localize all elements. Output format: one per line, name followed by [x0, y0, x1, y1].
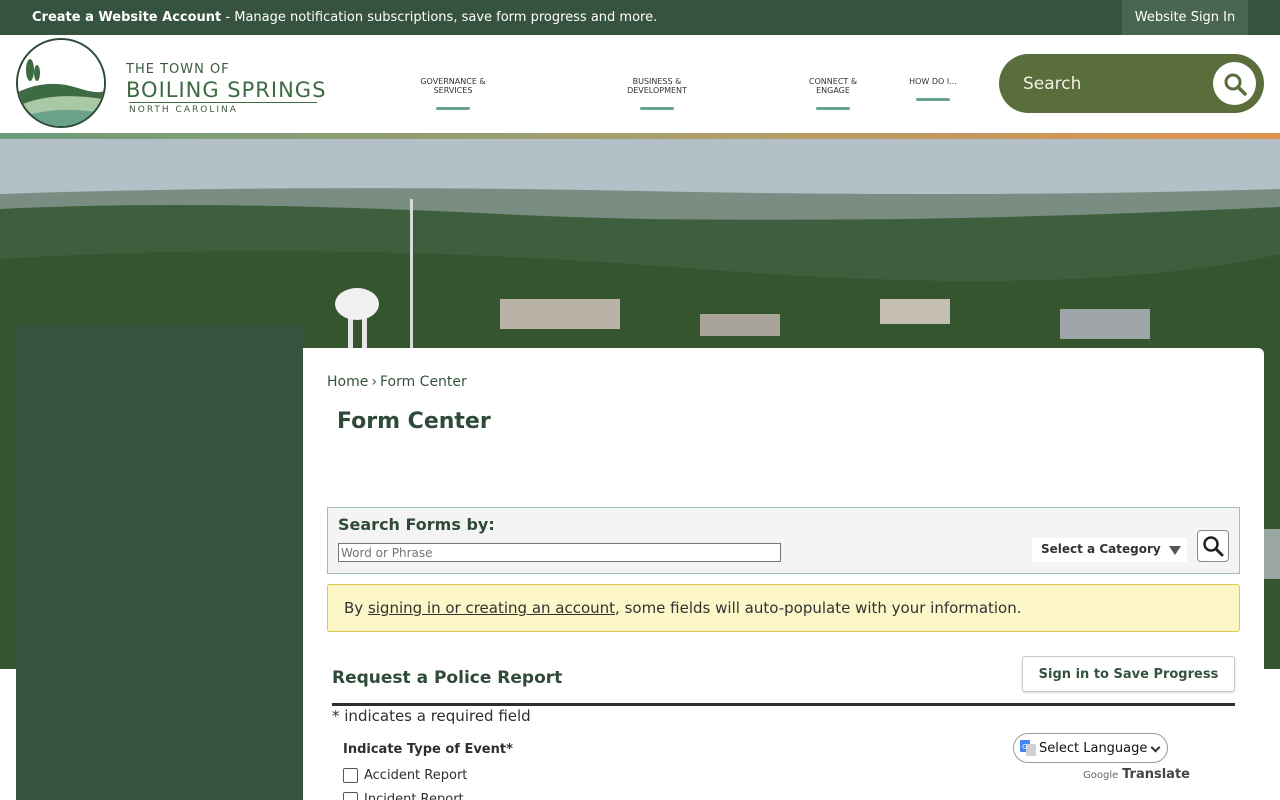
nav-label: CONNECT & ENGAGE [808, 77, 858, 95]
search-icon [1224, 73, 1247, 96]
chevron-down-icon [1150, 742, 1161, 753]
category-select[interactable]: Select a Category [1032, 538, 1187, 562]
option-accident-report[interactable]: Accident Report [343, 768, 467, 783]
logo-line-3: NORTH CAROLINA [129, 102, 317, 115]
town-logo-text[interactable]: THE TOWN OF BOILING SPRINGS NORTH CAROLI… [126, 62, 326, 115]
accident-report-label[interactable]: Accident Report [364, 768, 467, 783]
sidebar-panel [16, 324, 303, 800]
nav-underline [916, 98, 950, 101]
forms-search-input[interactable] [338, 543, 781, 562]
incident-report-label[interactable]: Incident Report [364, 792, 464, 800]
logo-line-2: BOILING SPRINGS [126, 78, 327, 102]
google-translate-icon: G [1020, 740, 1036, 756]
nav-label: BUSINESS & DEVELOPMENT [627, 77, 687, 95]
category-select-label: Select a Category [1041, 542, 1161, 556]
incident-report-checkbox[interactable] [343, 792, 358, 800]
top-utility-bar: Create a Website Account - Manage notifi… [0, 0, 1280, 35]
town-logo-emblem[interactable] [16, 38, 106, 128]
event-type-question: Indicate Type of Event* [343, 742, 513, 757]
page-title: Form Center [337, 409, 491, 434]
nav-business-development[interactable]: BUSINESS & DEVELOPMENT [602, 77, 712, 110]
form-title: Request a Police Report [332, 668, 563, 688]
forms-search-button[interactable] [1197, 530, 1229, 562]
sign-in-create-account-link[interactable]: signing in or creating an account [368, 599, 615, 617]
create-account-link[interactable]: Create a Website Account [32, 10, 221, 25]
search-forms-label: Search Forms by: [338, 515, 495, 534]
dropdown-arrow-icon [1169, 546, 1181, 555]
nav-underline [640, 107, 674, 110]
option-incident-report[interactable]: Incident Report [343, 792, 464, 800]
required-field-note: * indicates a required field [332, 707, 531, 725]
search-icon [1203, 536, 1224, 557]
website-sign-in-button[interactable]: Website Sign In [1122, 0, 1248, 35]
sign-in-save-progress-button[interactable]: Sign in to Save Progress [1022, 656, 1235, 692]
language-select-label: Select Language [1039, 740, 1148, 756]
search-button[interactable] [1213, 62, 1256, 105]
form-title-divider [332, 703, 1235, 706]
language-select[interactable]: G Select Language [1013, 733, 1168, 763]
account-message-text: - Manage notification subscriptions, sav… [221, 10, 658, 25]
nav-label: HOW DO I... [909, 77, 957, 86]
translate-link[interactable]: Translate [1122, 767, 1190, 782]
breadcrumb-home[interactable]: Home [327, 374, 368, 390]
nav-governance-services[interactable]: GOVERNANCE & SERVICES [402, 77, 504, 110]
notice-prefix: By [344, 599, 368, 617]
search-forms-box: Search Forms by: Select a Category [327, 507, 1240, 574]
accident-report-checkbox[interactable] [343, 768, 358, 783]
google-label: Google [1083, 770, 1119, 781]
site-search-input[interactable]: Search [1023, 74, 1081, 94]
account-message: Create a Website Account - Manage notifi… [32, 10, 657, 25]
breadcrumb-separator: › [371, 374, 377, 390]
nav-underline [436, 107, 470, 110]
breadcrumb-current: Form Center [379, 374, 467, 390]
google-translate-credit: Google Translate [1083, 767, 1190, 782]
notice-suffix: , some fields will auto-populate with yo… [615, 599, 1022, 617]
site-search[interactable]: Search [999, 54, 1264, 113]
nav-connect-engage[interactable]: CONNECT & ENGAGE [792, 77, 874, 110]
nav-underline [816, 107, 850, 110]
svg-text:G: G [1022, 743, 1027, 751]
breadcrumb: Home › Form Center [327, 374, 467, 390]
autopopulate-notice: By signing in or creating an account, so… [327, 584, 1240, 632]
nav-label: GOVERNANCE & SERVICES [420, 77, 486, 95]
logo-line-1: THE TOWN OF [126, 62, 230, 77]
nav-how-do-i[interactable]: HOW DO I... [908, 77, 958, 101]
